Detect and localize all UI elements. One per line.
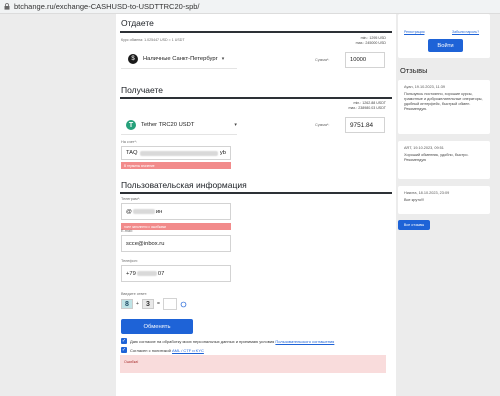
exchange-submit-button[interactable]: Обменять [121,319,193,334]
get-currency-label: Tether TRC20 USDT [141,122,195,128]
phone-value-prefix: +79 [126,270,136,277]
account-value-prefix: TAQ [126,150,138,156]
refresh-icon[interactable] [180,301,187,308]
agree-aml-checkbox[interactable]: ✓ [121,347,127,353]
chevron-down-icon: ▾ [234,122,237,128]
review-text: Хороший обменник, удобно, быстро. Рекоме… [404,153,469,162]
account-input[interactable]: TAQ yb [121,146,231,160]
captcha-digit-1: 8 [121,299,133,309]
cash-bag-icon: $ [128,54,138,64]
forgot-password-link[interactable]: Забыли пароль? [452,30,479,34]
captcha-equals: = [157,301,160,307]
account-label: На счет*: [121,140,137,144]
captcha-digit-2: 3 [142,299,154,309]
error-alert: Ошибка! [120,355,386,373]
telegram-input[interactable]: @ ин [121,203,231,220]
phone-value-suffix: 07 [157,270,165,277]
review-card: Ayan, 19.10.2023, 11:39 Пользуюсь постоя… [398,80,490,134]
phone-masked [136,271,157,276]
browser-address-bar[interactable]: btchange.ru/exchange-CASHUSD-to-USDTTRC2… [0,0,500,14]
phone-input[interactable]: +79 07 [121,265,231,282]
get-divider [120,97,392,99]
personal-divider [120,192,392,194]
page-url: btchange.ru/exchange-CASHUSD-to-USDTTRC2… [14,2,200,11]
give-max: max.: 245000 USD [355,41,386,45]
lock-icon [4,3,10,10]
give-amount-input[interactable]: 10000 [345,52,385,68]
review-text: Все круто!!! [404,198,425,202]
review-author: Никита, 18.10.2023, 23:09 [404,191,450,195]
review-author: ART, 19.10.2023, 09:51 [404,146,444,150]
give-section-title: Отдаете [121,18,154,28]
get-currency-underline [121,134,237,135]
agree-terms-label: Даю согласие на обработку моих персональ… [130,339,275,344]
exchange-rate: Курс обмена: 1.025447 USD = 1 USDT [121,38,185,42]
review-author: Ayan, 19.10.2023, 11:39 [404,85,446,89]
agree-aml-text: Согласен с политикой AML / CTF и KYC [130,348,204,353]
get-amount-input[interactable]: 9751.84 [345,117,385,133]
telegram-value-prefix: @ [126,208,132,215]
reviews-title: Отзывы [400,66,428,75]
captcha-label: Введите ответ: [121,292,148,296]
register-link[interactable]: Регистрация [404,30,424,34]
personal-section-title: Пользовательская информация [121,180,247,190]
captcha-answer-input[interactable] [163,298,177,310]
agree-terms-checkbox[interactable]: ✓ [121,338,127,344]
review-card: Никита, 18.10.2023, 23:09 Все круто!!! [398,186,490,214]
telegram-value-suffix: ин [155,208,163,215]
agree-aml-label: Согласен с политикой [130,348,171,353]
account-masked [139,150,218,156]
tether-icon: T [126,120,136,130]
all-reviews-button[interactable]: Все отзывы [398,220,430,230]
telegram-error: поле заполнено с ошибками [121,223,231,230]
aml-policy-link[interactable]: AML / CTF и KYC [172,348,204,353]
telegram-label: Телеграм*: [121,197,141,201]
account-error: В термины значение [121,162,231,169]
login-button[interactable]: Войти [428,39,463,52]
give-amount-label: Сумма*: [315,58,330,62]
get-amount-label: Сумма*: [315,123,330,127]
get-section-title: Получаете [121,85,163,95]
get-currency-select[interactable]: T Tether TRC20 USDT ▾ [126,120,237,130]
phone-label: Телефон: [121,259,138,263]
email-input[interactable]: scce@inbox.ru [121,235,231,252]
give-currency-select[interactable]: $ Наличные Санкт-Петербург ▾ [128,54,224,64]
give-currency-label: Наличные Санкт-Петербург [143,56,218,62]
get-max: max.: 238980.03 USDT [348,106,386,110]
captcha-operator: + [136,301,139,307]
telegram-masked [132,209,155,214]
review-text: Пользуюсь постоянно, хорошие курсы, грам… [404,92,483,111]
chevron-down-icon: ▾ [221,56,225,62]
email-label: E-mail: [121,229,133,233]
account-value-suffix: yb [219,150,226,156]
agree-terms-text: Даю согласие на обработку моих персональ… [130,339,334,344]
give-currency-underline [121,68,237,69]
review-card: ART, 19.10.2023, 09:51 Хороший обменник,… [398,141,490,179]
give-divider [120,31,392,33]
user-agreement-link[interactable]: Пользовательского соглашения [275,339,334,344]
